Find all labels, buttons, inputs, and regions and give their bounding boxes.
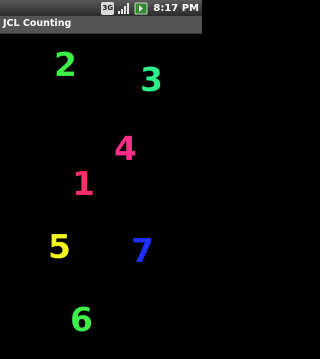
clock-time: 8:17: [153, 2, 179, 14]
app-screen: 3G 8:17 PM JCL Counting 2 3 4 1 5 7 6: [0, 0, 202, 359]
number-six[interactable]: 6: [70, 303, 93, 337]
battery-icon: [134, 2, 148, 14]
counting-area[interactable]: 2 3 4 1 5 7 6: [0, 34, 202, 359]
network-3g-icon: 3G: [101, 1, 115, 15]
number-one[interactable]: 1: [72, 167, 95, 201]
number-five[interactable]: 5: [48, 230, 71, 264]
clock: 8:17 PM: [153, 3, 199, 14]
number-three[interactable]: 3: [140, 63, 163, 97]
network-badge-label: 3G: [102, 4, 114, 12]
status-bar: 3G 8:17 PM: [0, 0, 202, 16]
number-four[interactable]: 4: [114, 132, 137, 166]
number-two[interactable]: 2: [54, 48, 77, 82]
signal-strength-icon: [118, 2, 130, 14]
number-seven[interactable]: 7: [131, 234, 154, 268]
clock-suffix: PM: [181, 2, 199, 14]
app-title: JCL Counting: [3, 18, 72, 29]
title-bar: JCL Counting: [0, 16, 202, 34]
status-icons: 3G 8:17 PM: [101, 1, 199, 15]
